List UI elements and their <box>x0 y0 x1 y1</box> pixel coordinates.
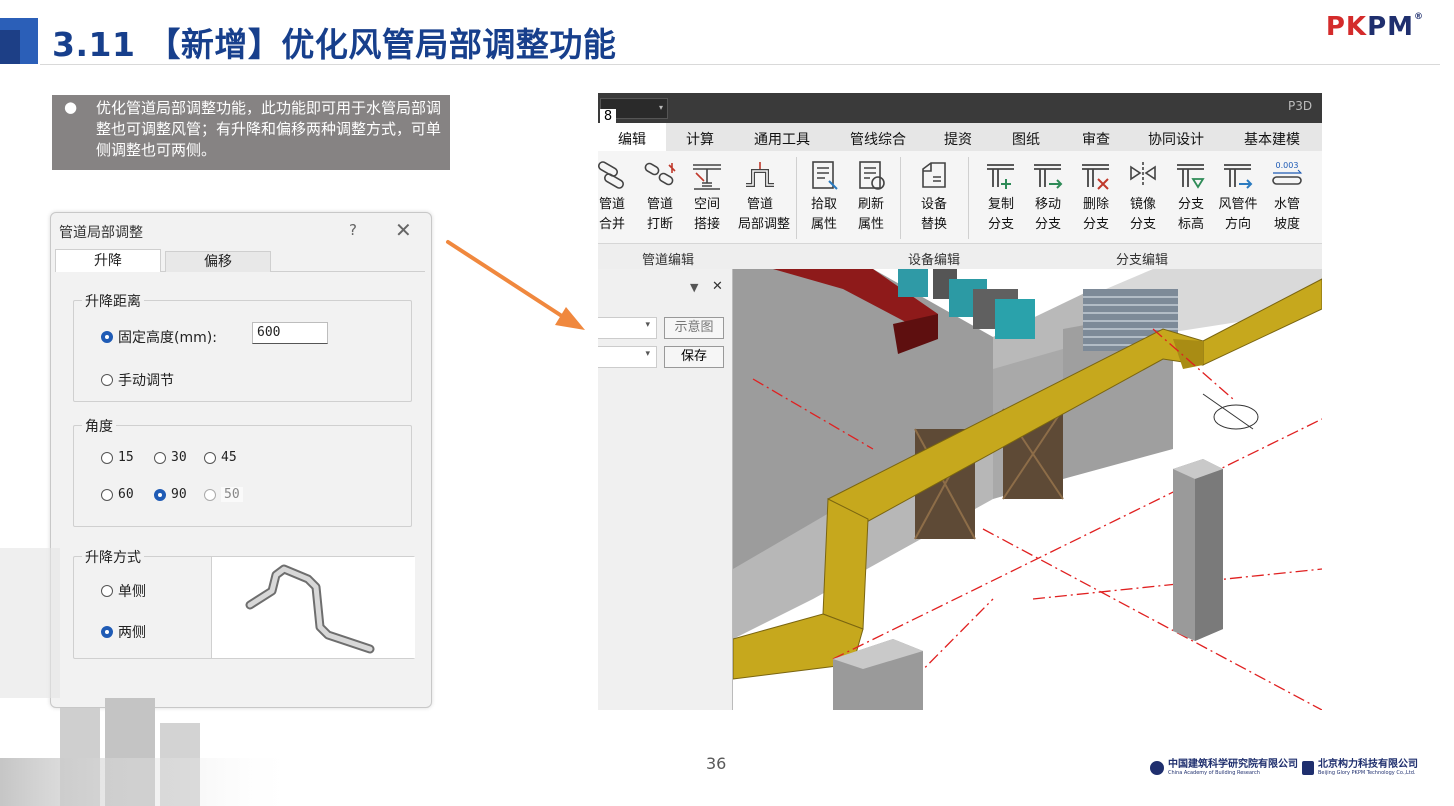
title-accent-bar-dark <box>0 30 20 64</box>
radio-dot <box>101 374 113 386</box>
3d-model-render <box>732 269 1322 710</box>
tool-refresh-attr[interactable]: 刷新 属性 <box>849 159 893 235</box>
fixed-height-radio[interactable]: 固定高度(mm): <box>101 327 217 347</box>
radio-dot-selected <box>101 331 113 343</box>
group-branch-edit: 分支编辑 <box>1116 253 1169 268</box>
panel-combo-1[interactable]: ▾ <box>598 317 657 339</box>
help-button[interactable]: ? <box>349 221 357 239</box>
app-label: P3D <box>1288 99 1313 113</box>
manual-adjust-radio[interactable]: 手动调节 <box>101 370 174 390</box>
tool-equip-replace[interactable]: 设备 替换 <box>912 159 956 235</box>
branch-elev-icon <box>1177 164 1205 189</box>
city-skyline-decoration <box>0 548 300 806</box>
lift-distance-group: 升降距离 固定高度(mm): 600 手动调节 <box>73 291 412 402</box>
group-pipe-edit: 管道编辑 <box>642 253 695 268</box>
save-button[interactable]: 保存 <box>664 346 724 368</box>
menu-basic-modeling[interactable]: 基本建模 <box>1244 129 1300 149</box>
ribbon-toolbar: 管道 合并 管道 打断 空间 搭接 管道 局部调整 拾取 属性 刷新 属性 设备 替换 <box>598 151 1322 243</box>
cabr-name: 中国建筑科学研究院有限公司 China Academy of Building R… <box>1168 759 1298 777</box>
angle-custom-radio[interactable]: 50 <box>204 487 243 502</box>
tool-branch-elev[interactable]: 分支 标高 <box>1169 159 1213 235</box>
footer-logos: 中国建筑科学研究院有限公司 China Academy of Building R… <box>1150 760 1418 776</box>
tab-offset[interactable]: 偏移 <box>165 251 271 272</box>
panel-dropdown-icon[interactable]: ▼ <box>690 281 698 294</box>
copy-branch-icon <box>987 164 1014 189</box>
menu-pipe-integration[interactable]: 管线综合 <box>850 129 906 149</box>
pick-attr-icon <box>812 161 838 190</box>
angle-radio-45[interactable]: 45 <box>204 450 237 465</box>
refresh-attr-icon <box>859 161 885 190</box>
property-panel: ▼ ✕ ▾ 示意图 ▾ 保存 <box>598 269 733 710</box>
menu-edit[interactable]: 编辑 <box>618 129 646 149</box>
menu-general-tools[interactable]: 通用工具 <box>754 129 810 149</box>
fixed-height-input[interactable]: 600 <box>252 322 328 344</box>
tool-mirror-branch[interactable]: 镜像 分支 <box>1121 159 1165 235</box>
tool-copy-branch[interactable]: 复制 分支 <box>979 159 1023 235</box>
pointer-arrow <box>446 240 585 330</box>
tool-space-lap[interactable]: 空间 搭接 <box>685 159 729 235</box>
cabr-logo-icon <box>1150 761 1164 775</box>
move-branch-icon <box>1034 164 1063 189</box>
tool-duct-fitting-dir[interactable]: 风管件 方向 <box>1216 159 1260 235</box>
menu-review[interactable]: 审查 <box>1082 129 1110 149</box>
angle-radio-60[interactable]: 60 <box>101 487 134 502</box>
tab-lift[interactable]: 升降 <box>55 249 161 272</box>
delete-branch-icon <box>1082 164 1109 190</box>
pipe-break-icon <box>644 162 676 186</box>
page-number: 36 <box>706 754 727 773</box>
panel-close-icon[interactable]: ✕ <box>712 279 723 294</box>
angle-radio-90[interactable]: 90 <box>154 487 187 502</box>
schematic-button[interactable]: 示意图 <box>664 317 724 339</box>
angle-radio-30[interactable]: 30 <box>154 450 187 465</box>
feature-note: ● 优化管道局部调整功能，此功能即可用于水管局部调整也可调整风管；有升降和偏移两… <box>52 95 450 170</box>
pipe-merge-icon <box>598 161 624 189</box>
menu-provide-data[interactable]: 提资 <box>944 129 972 149</box>
ribbon-menu: 编辑 计算 通用工具 管线综合 提资 图纸 审查 协同设计 基本建模 <box>598 123 1322 151</box>
tool-pipe-break[interactable]: 管道 打断 <box>638 159 682 235</box>
angle-label: 角度 <box>82 416 116 436</box>
mirror-branch-icon <box>1130 162 1156 187</box>
chevron-down-icon: ▾ <box>645 349 650 359</box>
svg-text:0.003: 0.003 <box>1276 161 1299 170</box>
p3d-screenshot: ▾ 8 P3D 编辑 计算 通用工具 管线综合 提资 图纸 审查 协同设计 基本… <box>598 93 1322 710</box>
tool-pipe-merge[interactable]: 管道 合并 <box>598 159 634 235</box>
angle-group: 角度 15 30 45 60 90 50 <box>73 416 412 527</box>
tool-pick-attr[interactable]: 拾取 属性 <box>802 159 846 235</box>
tool-delete-branch[interactable]: 删除 分支 <box>1074 159 1118 235</box>
note-bullet: ● <box>64 98 78 116</box>
group-equip-edit: 设备编辑 <box>908 253 961 268</box>
app-title-bar: ▾ 8 P3D <box>598 93 1322 125</box>
pipe-local-adjust-icon <box>746 162 774 187</box>
panel-combo-2[interactable]: ▾ <box>598 346 657 368</box>
tool-pipe-slope[interactable]: 0.003 水管 坡度 <box>1265 159 1309 235</box>
angle-radio-15[interactable]: 15 <box>101 450 134 465</box>
ribbon-group-labels: 管道编辑 设备编辑 分支编辑 <box>598 243 1322 270</box>
dialog-tabs: 升降 偏移 <box>55 249 425 272</box>
note-text: 优化管道局部调整功能，此功能即可用于水管局部调整也可调整风管；有升降和偏移两种调… <box>96 99 442 159</box>
title-divider <box>40 64 1440 65</box>
space-lap-icon <box>693 164 721 190</box>
menu-calc[interactable]: 计算 <box>686 129 714 149</box>
glory-logo-icon <box>1302 761 1314 775</box>
pipe-slope-icon: 0.003 <box>1272 161 1303 185</box>
lift-distance-label: 升降距离 <box>82 291 144 311</box>
menu-collab-design[interactable]: 协同设计 <box>1148 129 1204 149</box>
chevron-down-icon: ▾ <box>659 103 664 112</box>
menu-drawings[interactable]: 图纸 <box>1012 129 1040 149</box>
duct-fitting-dir-icon <box>1224 164 1253 189</box>
glory-name: 北京构力科技有限公司 Beijing Glory PKPM Technology … <box>1318 759 1418 777</box>
3d-viewport[interactable] <box>732 269 1322 710</box>
chevron-down-icon: ▾ <box>645 320 650 330</box>
tool-move-branch[interactable]: 移动 分支 <box>1026 159 1070 235</box>
close-button[interactable]: ✕ <box>395 218 412 242</box>
tool-pipe-local-adjust[interactable]: 管道 局部调整 <box>738 159 790 235</box>
pkpm-logo: PKPM® <box>1325 12 1424 42</box>
equip-replace-icon <box>922 162 946 188</box>
dialog-title: 管道局部调整 <box>59 225 143 241</box>
slide-title: 3.11 【新增】优化风管局部调整功能 <box>52 25 617 64</box>
